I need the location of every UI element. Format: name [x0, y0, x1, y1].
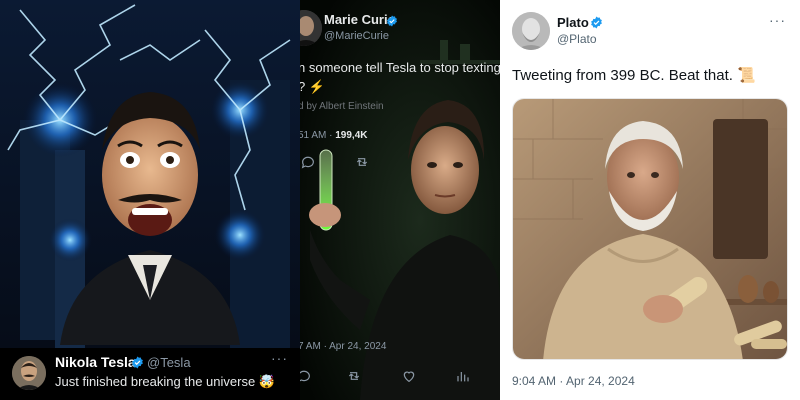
curie-stats: 51 AM · 199,4K: [300, 130, 368, 141]
like-icon[interactable]: [401, 368, 417, 384]
reply-icon[interactable]: [300, 154, 316, 170]
more-icon[interactable]: ···: [769, 12, 786, 28]
curie-timestamp: 7 AM · Apr 24, 2024: [300, 341, 387, 352]
plato-handle[interactable]: @Plato: [557, 32, 597, 46]
tesla-tweet-text: Just finished breaking the universe 🤯: [55, 374, 275, 389]
curie-credit: d by Albert Einstein: [300, 101, 384, 112]
curie-tweet-line-1: n someone tell Tesla to stop texting: [300, 60, 500, 75]
plato-panel: Plato @Plato ··· Tweeting from 399 BC. B…: [500, 0, 800, 400]
curie-name[interactable]: Marie Curie: [324, 12, 395, 27]
curie-time-partial: 51 AM ·: [300, 130, 333, 141]
tesla-name[interactable]: Nikola Tesla: [55, 354, 136, 370]
views-icon[interactable]: [454, 368, 470, 384]
curie-action-bar: [300, 368, 500, 386]
plato-avatar[interactable]: [512, 12, 550, 50]
retweet-icon[interactable]: [354, 154, 370, 170]
tesla-tweet-bar: Nikola Tesla @Tesla ··· Just finished br…: [0, 348, 300, 400]
reply-icon[interactable]: [300, 368, 312, 384]
more-icon[interactable]: ···: [271, 350, 288, 366]
tesla-avatar[interactable]: [12, 356, 46, 390]
plato-photo[interactable]: [512, 98, 788, 360]
curie-top-actions: [300, 154, 498, 172]
retweet-icon[interactable]: [346, 368, 362, 384]
tesla-photo: [0, 0, 300, 400]
verified-badge-icon: [131, 356, 144, 374]
plato-tweet-text: Tweeting from 399 BC. Beat that. 📜: [512, 67, 756, 84]
curie-panel: Marie Curie @MarieCurie n someone tell T…: [300, 0, 500, 400]
tesla-handle[interactable]: @Tesla: [147, 355, 191, 370]
curie-tweet-text: n someone tell Tesla to stop texting ? ⚡: [300, 58, 500, 96]
curie-tweet-line-2: ? ⚡: [300, 79, 326, 94]
tesla-panel: Nikola Tesla @Tesla ··· Just finished br…: [0, 0, 300, 400]
curie-handle[interactable]: @MarieCurie: [324, 30, 389, 42]
plato-timestamp: 9:04 AM · Apr 24, 2024: [512, 374, 635, 388]
curie-views: 199,4K: [335, 130, 368, 141]
plato-name[interactable]: Plato: [557, 15, 589, 30]
